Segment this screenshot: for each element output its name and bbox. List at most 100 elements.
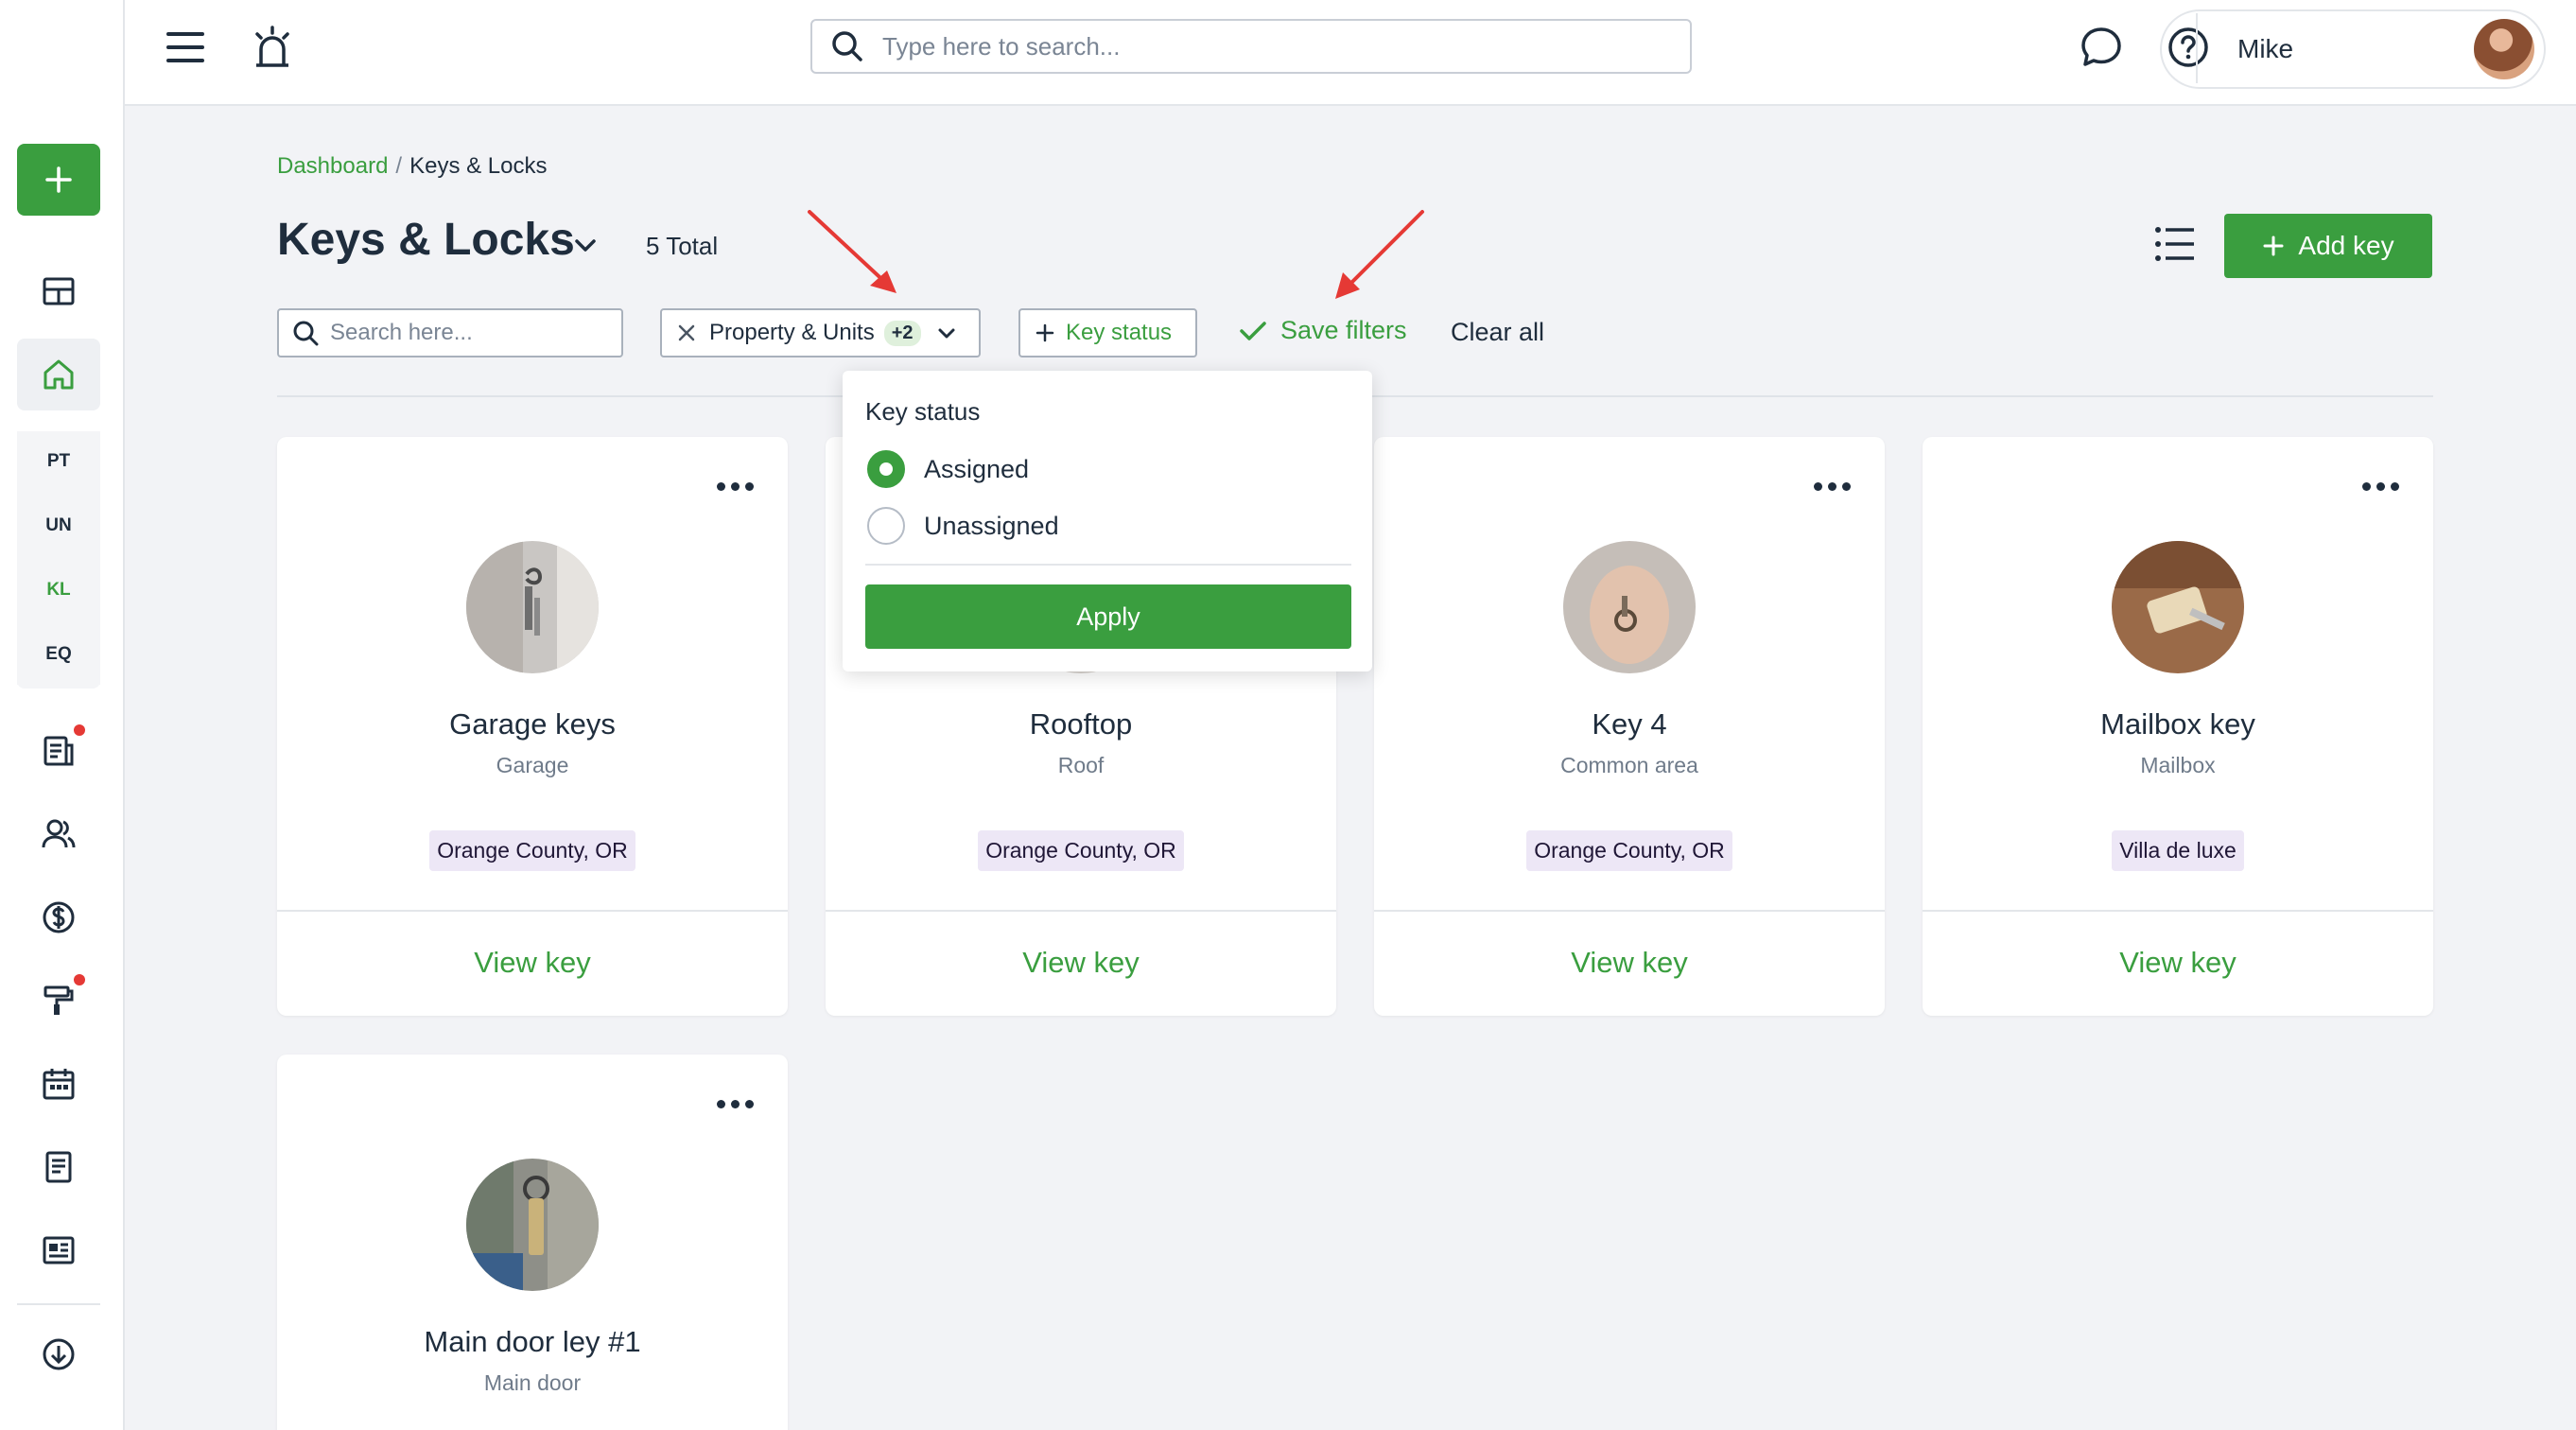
more-options-button[interactable] xyxy=(717,482,754,491)
plus-icon xyxy=(45,166,72,193)
list-view-button[interactable] xyxy=(2154,225,2196,268)
key-location: Mailbox xyxy=(2140,753,2216,777)
global-search-input[interactable] xyxy=(882,31,1658,61)
card-divider xyxy=(1923,910,2433,912)
radio-assigned[interactable]: Assigned xyxy=(867,450,1029,488)
radio-button-checked[interactable] xyxy=(867,450,905,488)
home-icon xyxy=(44,359,74,390)
news-icon xyxy=(43,1236,75,1264)
key-location: Main door xyxy=(483,1370,582,1395)
page-title: Keys & Locks xyxy=(277,215,575,265)
sidebar-item-properties[interactable] xyxy=(17,339,100,410)
chat-bubble-icon xyxy=(2081,27,2121,66)
key-status-filter-button[interactable]: Key status xyxy=(1018,308,1197,358)
notification-dot xyxy=(74,724,85,736)
sidebar-item-eq[interactable]: EQ xyxy=(17,624,100,685)
breadcrumb-separator: / xyxy=(395,153,403,179)
dollar-icon xyxy=(43,901,75,933)
key-location: Roof xyxy=(1057,753,1105,777)
key-photo xyxy=(466,541,599,673)
save-filters-button[interactable]: Save filters xyxy=(1239,316,1407,345)
key-photo xyxy=(1563,541,1696,673)
view-key-link[interactable]: View key xyxy=(1374,946,1885,980)
key-photo xyxy=(466,1159,599,1291)
key-name: Mailbox key xyxy=(2100,707,2255,741)
user-name: Mike xyxy=(2237,34,2294,63)
chat-button[interactable] xyxy=(2079,25,2124,70)
key-location: Common area xyxy=(1560,753,1698,777)
calendar-icon xyxy=(43,1069,75,1100)
avatar xyxy=(2474,19,2534,79)
sidebar-item-reports[interactable] xyxy=(17,715,100,787)
annotation-arrow-icon xyxy=(1335,210,1424,299)
card-divider xyxy=(1374,910,1885,912)
notification-dot xyxy=(74,974,85,985)
breadcrumb: Dashboard / Keys & Locks xyxy=(277,153,548,180)
sidebar-item-kl[interactable]: KL xyxy=(17,560,100,620)
property-units-label: Property & Units xyxy=(709,320,875,345)
breadcrumb-current: Keys & Locks xyxy=(409,153,548,179)
card-divider xyxy=(277,910,788,912)
plus-icon xyxy=(2263,235,2284,256)
menu-button[interactable] xyxy=(165,26,206,68)
radio-label: Assigned xyxy=(924,454,1030,483)
key-name: Rooftop xyxy=(1029,707,1133,741)
key-photo xyxy=(2112,541,2244,673)
breadcrumb-dashboard-link[interactable]: Dashboard xyxy=(277,153,388,179)
title-dropdown-button[interactable] xyxy=(571,231,600,264)
close-icon[interactable] xyxy=(677,323,696,342)
property-tag: Orange County, OR xyxy=(1526,830,1732,871)
sidebar-item-un[interactable]: UN xyxy=(17,496,100,556)
key-name: Garage keys xyxy=(449,707,616,741)
sidebar-item-calendar[interactable] xyxy=(17,1048,100,1120)
search-icon xyxy=(293,321,319,346)
view-key-link[interactable]: View key xyxy=(1923,946,2433,980)
global-search[interactable] xyxy=(810,19,1692,74)
key-card: Garage keys Garage Orange County, OR Vie… xyxy=(277,437,788,1016)
search-input[interactable] xyxy=(330,320,614,346)
more-options-button[interactable] xyxy=(1814,482,1851,491)
view-key-link[interactable]: View key xyxy=(826,946,1336,980)
sidebar-item-pt[interactable]: PT xyxy=(17,431,100,492)
alerts-button[interactable] xyxy=(250,23,295,72)
key-name: Key 4 xyxy=(1592,707,1667,741)
sidebar-item-people[interactable] xyxy=(17,798,100,870)
hamburger-icon xyxy=(166,32,204,62)
key-card: Mailbox key Mailbox Villa de luxe View k… xyxy=(1923,437,2433,1016)
annotation-arrow-icon xyxy=(808,210,896,293)
apply-button[interactable]: Apply xyxy=(865,584,1351,649)
property-units-filter[interactable]: Property & Units +2 xyxy=(660,308,981,358)
sidebar-item-download[interactable] xyxy=(17,1318,100,1390)
sidebar-item-dashboard[interactable] xyxy=(17,255,100,327)
user-menu[interactable]: Mike xyxy=(2160,9,2546,89)
document-icon xyxy=(45,1151,72,1183)
checkmark-icon xyxy=(1240,321,1266,340)
dashboard-icon xyxy=(43,277,75,305)
create-new-button[interactable] xyxy=(17,144,100,216)
key-status-label: Key status xyxy=(1066,320,1173,345)
sidebar-item-accounting[interactable] xyxy=(17,881,100,953)
property-tag: Orange County, OR xyxy=(429,830,635,871)
dropdown-title: Key status xyxy=(865,397,981,426)
total-count: 5 Total xyxy=(646,232,719,260)
key-location: Garage xyxy=(496,753,569,777)
more-options-button[interactable] xyxy=(717,1100,754,1108)
add-key-button[interactable]: Add key xyxy=(2224,214,2432,278)
clear-all-button[interactable]: Clear all xyxy=(1451,318,1544,347)
more-options-button[interactable] xyxy=(2362,482,2399,491)
radio-unassigned[interactable]: Unassigned xyxy=(867,507,1059,545)
radio-label: Unassigned xyxy=(924,511,1059,540)
view-key-link[interactable]: View key xyxy=(277,946,788,980)
chevron-down-icon xyxy=(938,328,955,339)
radio-button[interactable] xyxy=(867,507,905,545)
sidebar-item-maintenance[interactable] xyxy=(17,965,100,1037)
list-icon xyxy=(2155,227,2194,261)
chevron-down-icon xyxy=(575,239,596,252)
sidebar-item-documents[interactable] xyxy=(17,1131,100,1203)
key-name: Main door ley #1 xyxy=(424,1325,641,1358)
property-tag: Orange County, OR xyxy=(978,830,1184,871)
people-icon xyxy=(42,819,76,848)
sidebar-item-announcements[interactable] xyxy=(17,1214,100,1286)
sidebar-divider xyxy=(17,1303,100,1305)
search-field[interactable] xyxy=(277,308,623,358)
